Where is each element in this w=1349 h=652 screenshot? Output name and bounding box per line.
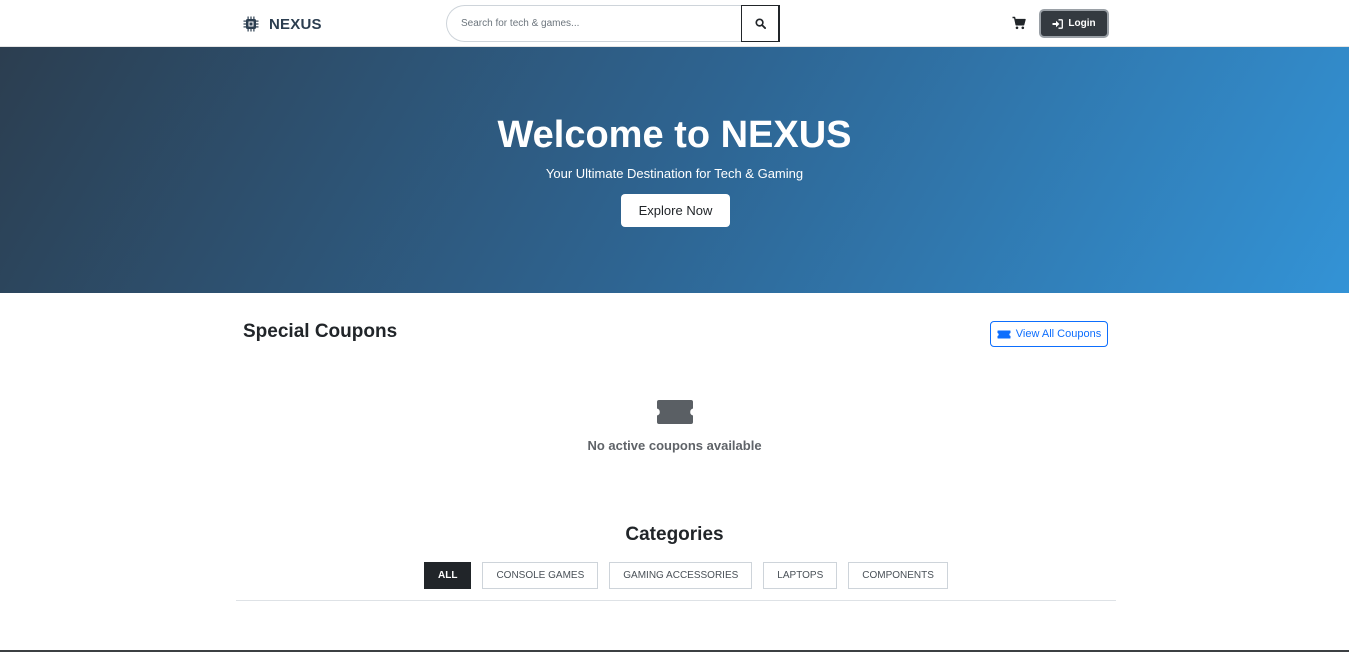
explore-now-button[interactable]: Explore Now xyxy=(621,194,730,227)
brand-name: NEXUS xyxy=(269,15,322,33)
section-divider xyxy=(236,600,1116,601)
category-filter-tabs: ALL CONSOLE GAMES GAMING ACCESSORIES LAP… xyxy=(424,562,948,589)
coupons-section-title: Special Coupons xyxy=(243,321,398,342)
category-tab-gaming-accessories[interactable]: GAMING ACCESSORIES xyxy=(609,562,753,589)
view-all-coupons-button[interactable]: View All Coupons xyxy=(990,321,1108,347)
no-coupons-message: No active coupons available xyxy=(587,438,762,453)
brand-logo[interactable]: NEXUS xyxy=(243,12,322,36)
search-icon xyxy=(754,18,766,29)
navbar: NEXUS Login xyxy=(0,0,1349,47)
login-label: Login xyxy=(1068,18,1096,29)
ticket-icon xyxy=(657,400,693,424)
ticket-icon xyxy=(997,330,1011,338)
view-all-coupons-label: View All Coupons xyxy=(1015,328,1102,340)
hero-title: Welcome to NEXUS xyxy=(497,114,852,156)
category-tab-console-games[interactable]: CONSOLE GAMES xyxy=(482,562,599,589)
sign-in-icon xyxy=(1052,18,1064,29)
login-button[interactable]: Login xyxy=(1039,9,1109,38)
hero-banner: Welcome to NEXUS Your Ultimate Destinati… xyxy=(0,47,1349,293)
search-button[interactable] xyxy=(741,5,780,42)
search-form xyxy=(446,5,780,42)
category-tab-all[interactable]: ALL xyxy=(424,562,472,589)
hero-subtitle: Your Ultimate Destination for Tech & Gam… xyxy=(545,166,804,181)
category-tab-laptops[interactable]: LAPTOPS xyxy=(763,562,838,589)
categories-section-title: Categories xyxy=(625,524,724,545)
cart-icon[interactable] xyxy=(1012,16,1026,30)
category-tab-components[interactable]: COMPONENTS xyxy=(848,562,948,589)
microchip-icon xyxy=(243,16,259,32)
search-input[interactable] xyxy=(446,5,741,42)
